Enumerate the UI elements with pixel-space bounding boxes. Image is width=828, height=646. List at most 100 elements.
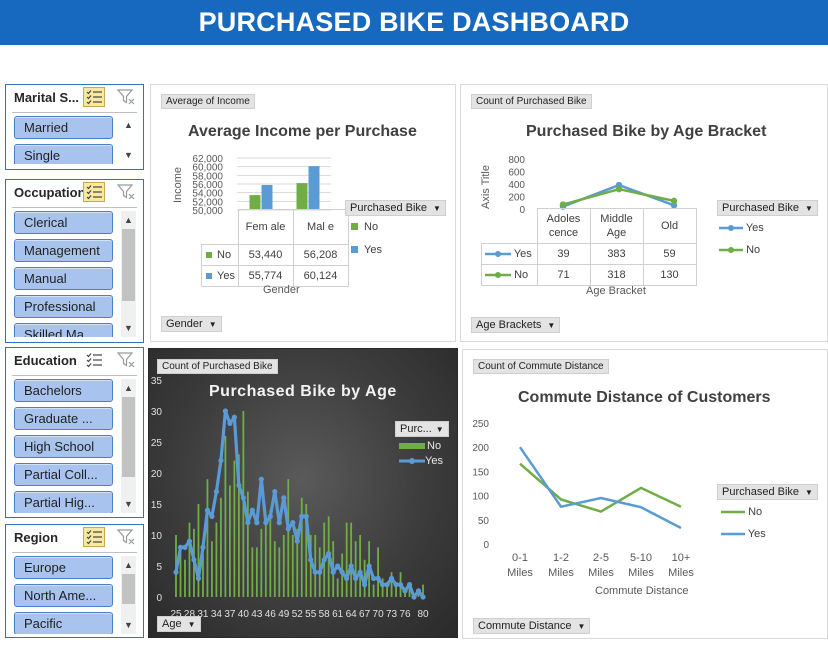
y-tick-label: 0 <box>156 593 162 604</box>
point-yes <box>263 520 269 526</box>
col-header-adolescence: Adoles cence <box>536 208 591 244</box>
scroll-thumb[interactable] <box>122 397 135 477</box>
legend-field-button[interactable]: Purchased Bike ▼ <box>717 200 818 216</box>
clear-filter-icon[interactable] <box>116 351 136 369</box>
point-yes <box>272 489 278 495</box>
income-chart-panel[interactable]: Average of Income Average Income per Pur… <box>150 84 456 342</box>
data-table: Adoles cence Middle Age Old Yes 39 383 5… <box>481 208 697 286</box>
age-bracket-chart-panel[interactable]: Count of Purchased Bike Purchased Bike b… <box>460 84 828 342</box>
point-yes <box>227 420 233 426</box>
bar-no <box>291 535 294 597</box>
slicer-item-graduate[interactable]: Graduate ... <box>14 407 113 430</box>
point-yes <box>218 458 224 464</box>
x-tick-label: 55 <box>305 609 317 620</box>
slicer-scrollbar[interactable]: ▲ ▼ <box>121 556 136 634</box>
scroll-up-icon[interactable]: ▲ <box>121 558 136 572</box>
legend-item-yes: Yes <box>399 455 443 467</box>
scroll-down-icon[interactable]: ▼ <box>121 148 136 162</box>
y-tick-label: 25 <box>151 438 163 449</box>
clear-filter-icon[interactable] <box>116 183 136 201</box>
y-tick-label: 5 <box>156 562 162 573</box>
slicer-item-high-school[interactable]: High School <box>14 435 113 458</box>
point-yes <box>303 513 309 519</box>
point-yes <box>200 544 206 550</box>
slicer-divider <box>12 112 137 113</box>
legend-line-yes-icon <box>399 458 425 465</box>
scroll-up-icon[interactable]: ▲ <box>121 213 136 227</box>
y-tick-label: 50 <box>478 516 490 527</box>
legend-line-no-icon <box>719 247 743 254</box>
scroll-thumb[interactable] <box>122 229 135 301</box>
axis-field-button[interactable]: Commute Distance ▼ <box>473 618 591 634</box>
slicer-item-management[interactable]: Management <box>14 239 113 262</box>
slicer-scrollbar[interactable]: ▲ ▼ <box>121 379 136 513</box>
point-yes <box>375 575 381 581</box>
slicer-item-single[interactable]: Single <box>14 144 113 164</box>
slicer-item-partial-high-school[interactable]: Partial Hig... <box>14 491 113 513</box>
legend-line-no-icon <box>485 271 511 278</box>
slicer-item-north-america[interactable]: North Ame... <box>14 584 113 607</box>
legend-line-yes-icon <box>719 225 743 232</box>
multi-select-icon[interactable] <box>83 182 105 202</box>
scroll-down-icon[interactable]: ▼ <box>121 618 136 632</box>
bar-no <box>224 435 227 597</box>
x-tick-label: 64 <box>346 609 358 620</box>
scroll-down-icon[interactable]: ▼ <box>121 497 136 511</box>
multi-select-icon[interactable] <box>83 527 105 547</box>
legend-field-button[interactable]: Purchased Bike ▼ <box>345 200 446 216</box>
age-chart-panel[interactable]: Count of Purchased Bike Purchased Bike b… <box>148 348 458 638</box>
axis-field-button[interactable]: Age Brackets ▼ <box>471 317 561 333</box>
clear-filter-icon[interactable] <box>116 88 136 106</box>
legend-field-button[interactable]: Purc... ▼ <box>395 421 449 437</box>
clear-filter-icon[interactable] <box>116 528 136 546</box>
multi-select-icon[interactable] <box>83 87 105 107</box>
axis-field-button[interactable]: Gender ▼ <box>161 316 222 332</box>
y-tick-label: 600 <box>508 168 525 179</box>
slicer-item-clerical[interactable]: Clerical <box>14 211 113 234</box>
scroll-up-icon[interactable]: ▲ <box>121 118 136 132</box>
data-table: Fem ale Mal e No 53,440 56,208 Yes 55,77… <box>201 209 349 287</box>
dropdown-arrow-icon: ▼ <box>547 321 556 330</box>
row-header-yes: Yes <box>201 264 239 287</box>
axis-field-button[interactable]: Age ▼ <box>157 616 201 632</box>
scroll-down-icon[interactable]: ▼ <box>121 321 136 335</box>
point-yes <box>249 507 255 513</box>
point-yes <box>420 594 426 600</box>
x-axis-label: Gender <box>263 284 300 296</box>
slicer-item-europe[interactable]: Europe <box>14 556 113 579</box>
bar-no <box>228 485 231 597</box>
point-yes <box>326 551 332 557</box>
point-yes <box>186 538 193 544</box>
legend-field-button[interactable]: Purchased Bike ▼ <box>717 484 818 500</box>
slicer-item-skilled-manual[interactable]: Skilled Ma... <box>14 323 113 337</box>
slicer-item-pacific[interactable]: Pacific <box>14 612 113 634</box>
slicer-item-bachelors[interactable]: Bachelors <box>14 379 113 402</box>
slicer-title: Region <box>14 530 59 545</box>
slicer-item-partial-college[interactable]: Partial Coll... <box>14 463 113 486</box>
x-tick-label: 61 <box>332 609 344 620</box>
x-tick-label: 1-2 <box>553 552 569 564</box>
x-tick-label: 49 <box>278 609 290 620</box>
scroll-up-icon[interactable]: ▲ <box>121 381 136 395</box>
multi-select-icon[interactable] <box>83 350 105 370</box>
bar-yes <box>308 166 320 210</box>
x-tick-label: 43 <box>251 609 263 620</box>
x-tick-label: 80 <box>417 609 429 620</box>
scroll-thumb[interactable] <box>122 574 135 604</box>
x-tick-label: 37 <box>224 609 236 620</box>
slicer-item-professional[interactable]: Professional <box>14 295 113 318</box>
legend-swatch-icon <box>351 246 358 253</box>
point-yes <box>312 569 318 575</box>
slicer-scrollbar[interactable]: ▲ ▼ <box>121 211 136 337</box>
point-yes <box>191 557 197 563</box>
y-tick-label: 200 <box>508 193 525 204</box>
point-yes <box>321 557 327 563</box>
x-tick-label: 46 <box>265 609 277 620</box>
age-chart-plot: 3530252015105025 28 31 34 37 40 43 46 49 52 55 58 61… <box>151 376 429 620</box>
slicer-scrollbar[interactable]: ▲ ▼ <box>121 116 136 164</box>
y-tick-label: 400 <box>508 180 525 191</box>
commute-chart-panel[interactable]: Count of Commute Distance Commute Distan… <box>462 349 828 639</box>
slicer-header: Education <box>6 348 143 374</box>
slicer-item-manual[interactable]: Manual <box>14 267 113 290</box>
slicer-item-married[interactable]: Married <box>14 116 113 139</box>
